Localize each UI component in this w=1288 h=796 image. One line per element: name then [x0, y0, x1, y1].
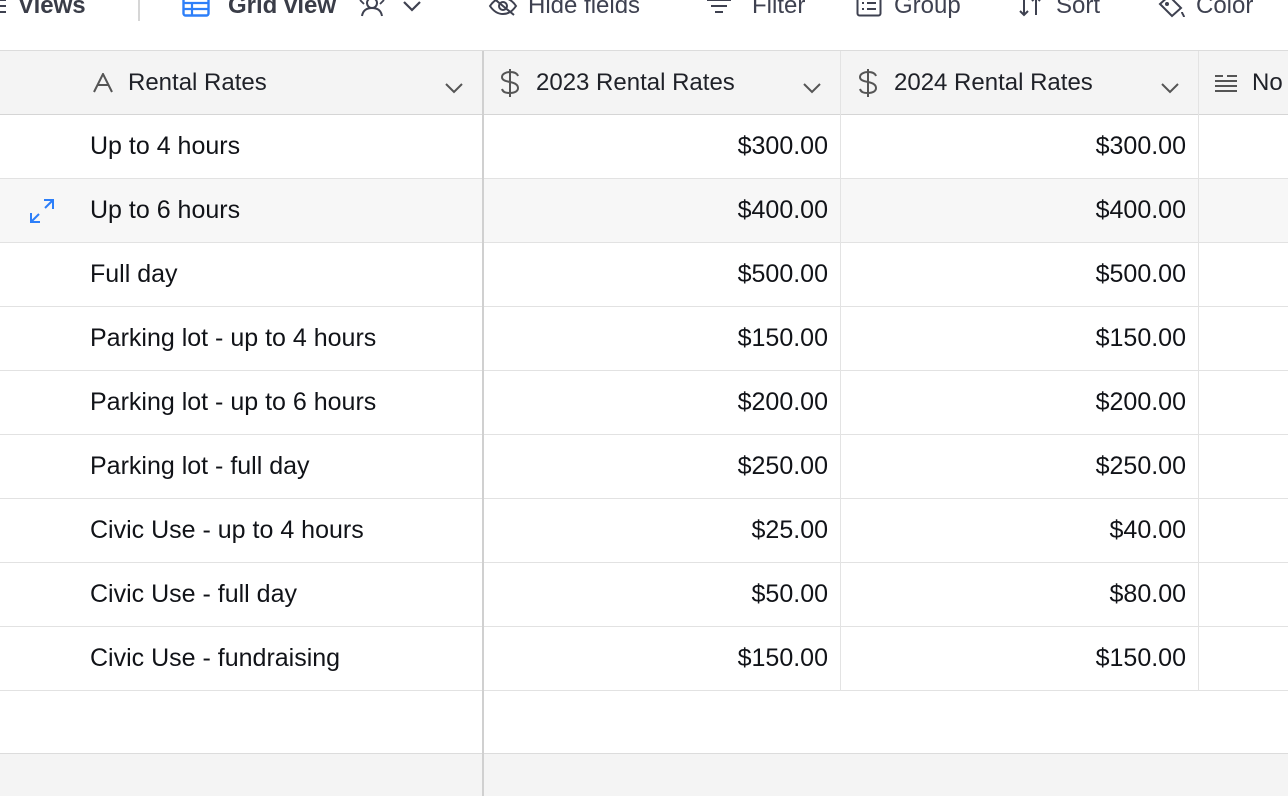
eye-off-icon [488, 0, 518, 17]
table-row[interactable]: Parking lot - full day $250.00 $250.00 [0, 435, 1288, 499]
cell-2024-rate[interactable]: $500.00 [842, 243, 1186, 306]
collaborators-icon [356, 0, 388, 18]
group-label: Group [894, 0, 961, 19]
sort-label: Sort [1056, 0, 1101, 19]
group-button[interactable]: Group [856, 0, 961, 26]
group-icon [856, 0, 882, 17]
cell-rental-rate[interactable]: Up to 6 hours [90, 179, 240, 242]
add-record-row[interactable] [0, 691, 1288, 754]
data-grid: Rental Rates 2023 Rental Rates 2024 Rent… [0, 51, 1288, 796]
column-header-notes[interactable]: No [1214, 51, 1288, 115]
column-header-2023-rental-rates[interactable]: 2023 Rental Rates [498, 51, 840, 115]
column-header-label: 2023 Rental Rates [536, 69, 735, 96]
cell-rental-rate[interactable]: Parking lot - up to 4 hours [90, 307, 376, 370]
cell-2024-rate[interactable]: $150.00 [842, 307, 1186, 370]
column-header-label: 2024 Rental Rates [894, 69, 1093, 96]
column-divider [1198, 51, 1199, 691]
view-toolbar: Views Grid view Hide fields Filter Group [0, 0, 1288, 51]
cell-rental-rate[interactable]: Civic Use - up to 4 hours [90, 499, 364, 562]
toolbar-divider [138, 0, 140, 21]
cell-2024-rate[interactable]: $150.00 [842, 627, 1186, 690]
cell-2024-rate[interactable]: $400.00 [842, 179, 1186, 242]
list-icon [0, 0, 6, 16]
currency-icon [856, 68, 880, 98]
cell-2024-rate[interactable]: $250.00 [842, 435, 1186, 498]
table-row[interactable]: Parking lot - up to 6 hours $200.00 $200… [0, 371, 1288, 435]
frozen-column-divider[interactable] [482, 51, 484, 796]
cell-2023-rate[interactable]: $150.00 [484, 627, 828, 690]
cell-rental-rate[interactable]: Parking lot - full day [90, 435, 310, 498]
table-row[interactable]: Parking lot - up to 4 hours $150.00 $150… [0, 307, 1288, 371]
column-header-2024-rental-rates[interactable]: 2024 Rental Rates [856, 51, 1198, 115]
column-header-label: Rental Rates [128, 69, 267, 96]
filter-label: Filter [752, 0, 806, 19]
cell-2024-rate[interactable]: $40.00 [842, 499, 1186, 562]
cell-2023-rate[interactable]: $25.00 [484, 499, 828, 562]
cell-2023-rate[interactable]: $250.00 [484, 435, 828, 498]
sort-icon [1018, 0, 1042, 17]
cell-2023-rate[interactable]: $300.00 [484, 115, 828, 178]
table-row[interactable]: Full day $500.00 $500.00 [0, 243, 1288, 307]
grid-footer [0, 754, 1288, 796]
column-header-rental-rates[interactable]: Rental Rates [92, 51, 482, 115]
cell-rental-rate[interactable]: Parking lot - up to 6 hours [90, 371, 376, 434]
color-label: Color [1196, 0, 1254, 19]
text-field-icon [92, 73, 114, 93]
cell-2024-rate[interactable]: $200.00 [842, 371, 1186, 434]
table-row[interactable]: Up to 4 hours $300.00 $300.00 [0, 115, 1288, 179]
expand-record-icon[interactable] [29, 198, 55, 229]
table-row[interactable]: Up to 6 hours $400.00 $400.00 [0, 179, 1288, 243]
sort-button[interactable]: Sort [1018, 0, 1100, 26]
table-row[interactable]: Civic Use - full day $50.00 $80.00 [0, 563, 1288, 627]
cell-2024-rate[interactable]: $80.00 [842, 563, 1186, 626]
color-button[interactable]: Color [1156, 0, 1253, 26]
filter-button[interactable]: Filter [706, 0, 805, 26]
cell-2023-rate[interactable]: $150.00 [484, 307, 828, 370]
column-divider [840, 51, 841, 691]
cell-2023-rate[interactable]: $200.00 [484, 371, 828, 434]
views-button[interactable]: Views [0, 0, 86, 26]
cell-rental-rate[interactable]: Up to 4 hours [90, 115, 240, 178]
hide-fields-label: Hide fields [528, 0, 641, 19]
filter-icon [706, 0, 732, 16]
chevron-down-icon[interactable] [1160, 73, 1180, 101]
cell-rental-rate[interactable]: Full day [90, 243, 178, 306]
column-header-label: No [1252, 69, 1283, 96]
grid-view-button[interactable]: Grid view [182, 0, 422, 26]
cell-2023-rate[interactable]: $500.00 [484, 243, 828, 306]
cell-2024-rate[interactable]: $300.00 [842, 115, 1186, 178]
chevron-down-icon[interactable] [402, 0, 422, 12]
currency-icon [498, 68, 522, 98]
table-row[interactable]: Civic Use - up to 4 hours $25.00 $40.00 [0, 499, 1288, 563]
hide-fields-button[interactable]: Hide fields [488, 0, 640, 26]
cell-rental-rate[interactable]: Civic Use - fundraising [90, 627, 340, 690]
cell-2023-rate[interactable]: $400.00 [484, 179, 828, 242]
chevron-down-icon[interactable] [444, 73, 464, 101]
cell-rental-rate[interactable]: Civic Use - full day [90, 563, 297, 626]
grid-view-label: Grid view [228, 0, 337, 19]
long-text-icon [1214, 73, 1238, 93]
cell-2023-rate[interactable]: $50.00 [484, 563, 828, 626]
views-label: Views [18, 0, 86, 19]
paint-bucket-icon [1156, 0, 1186, 18]
grid-icon [182, 0, 210, 17]
grid-header-row: Rental Rates 2023 Rental Rates 2024 Rent… [0, 51, 1288, 115]
chevron-down-icon[interactable] [802, 73, 822, 101]
table-row[interactable]: Civic Use - fundraising $150.00 $150.00 [0, 627, 1288, 691]
